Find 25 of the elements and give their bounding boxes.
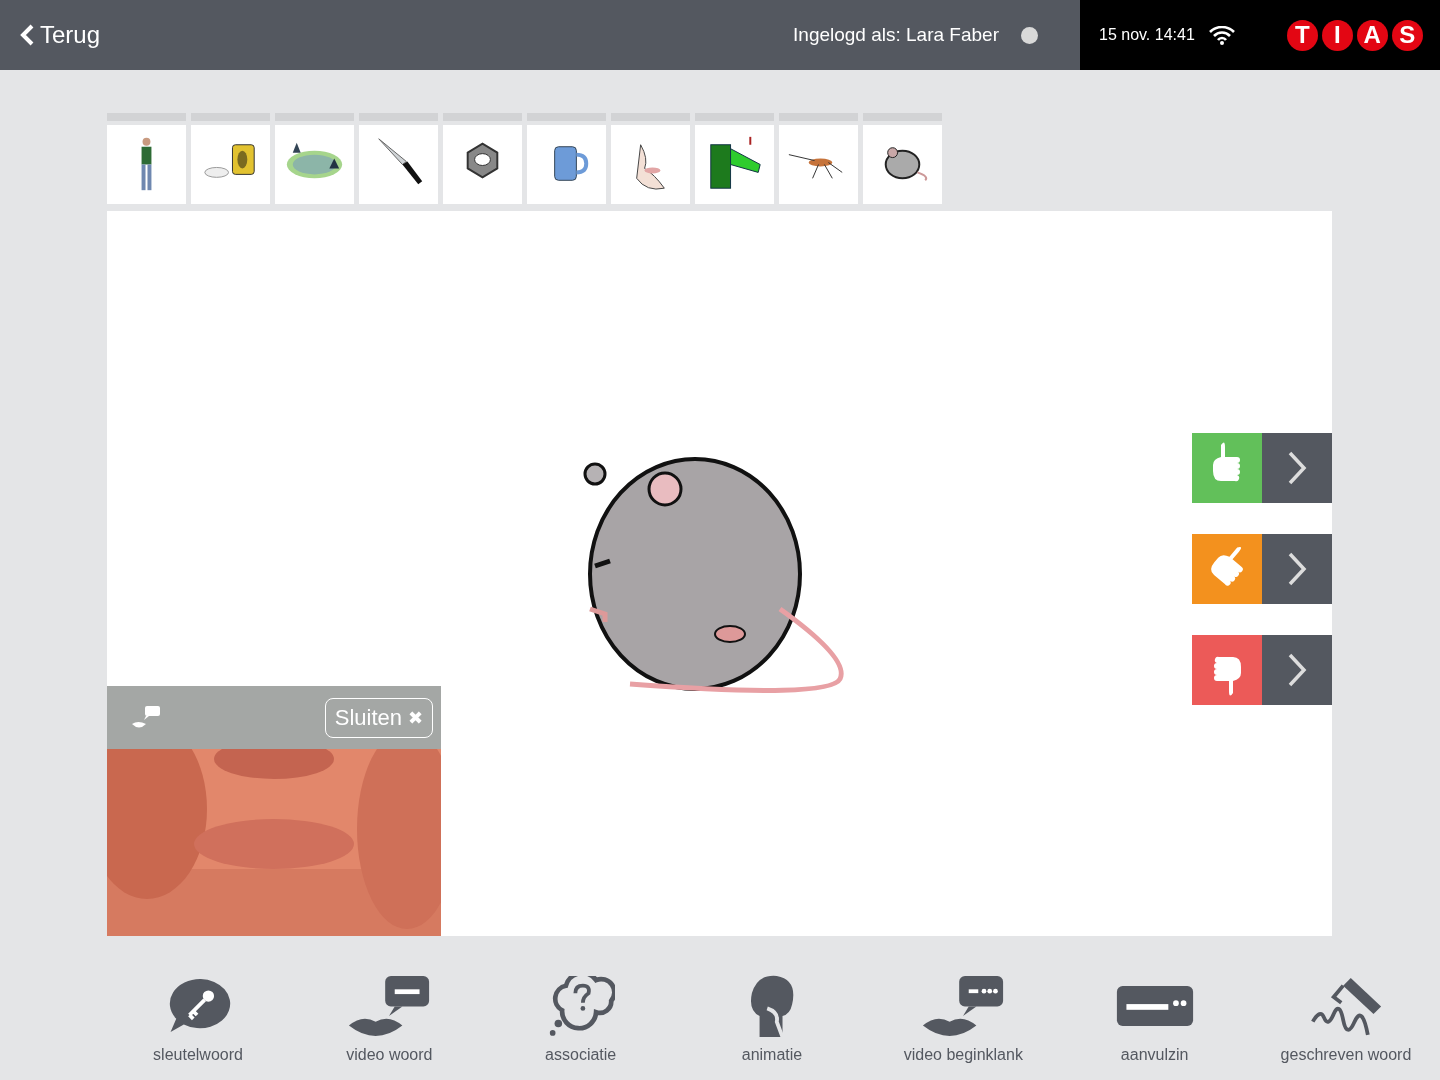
lips-speech-icon: [921, 973, 1006, 1039]
tool-button[interactable]: sleutelwoord: [110, 970, 286, 1070]
tool-button[interactable]: video woord: [301, 970, 478, 1070]
head-profile-icon: [750, 973, 794, 1039]
chevron-right-icon: [1287, 552, 1307, 586]
rating-button[interactable]: [1192, 534, 1332, 604]
tool-button[interactable]: animatie: [684, 970, 860, 1070]
chevron-right-icon: [1287, 653, 1307, 687]
sentence-bar-icon: [1114, 984, 1195, 1028]
back-button[interactable]: Terug: [20, 21, 101, 49]
pen-writing-icon: [1308, 975, 1383, 1037]
tool-button[interactable]: aanvulzin: [1066, 970, 1243, 1070]
logged-in-user: Ingelogd als: Lara Faber: [793, 24, 999, 46]
rating-button[interactable]: [1192, 635, 1332, 705]
date-time: 15 nov. 14:41: [1099, 26, 1195, 44]
chevron-right-icon: [1287, 451, 1307, 485]
lips-speech-icon: [347, 973, 432, 1039]
tool-button[interactable]: geschreven woord: [1257, 970, 1434, 1070]
chevron-left-icon: [20, 24, 34, 46]
tool-button[interactable]: video beginklank: [875, 970, 1052, 1070]
logo: T I A S: [1286, 19, 1423, 51]
tool-button[interactable]: associatie: [492, 970, 669, 1070]
wifi-icon: [1208, 25, 1235, 45]
status-dot: [1021, 26, 1038, 44]
rating-button[interactable]: [1192, 433, 1332, 503]
